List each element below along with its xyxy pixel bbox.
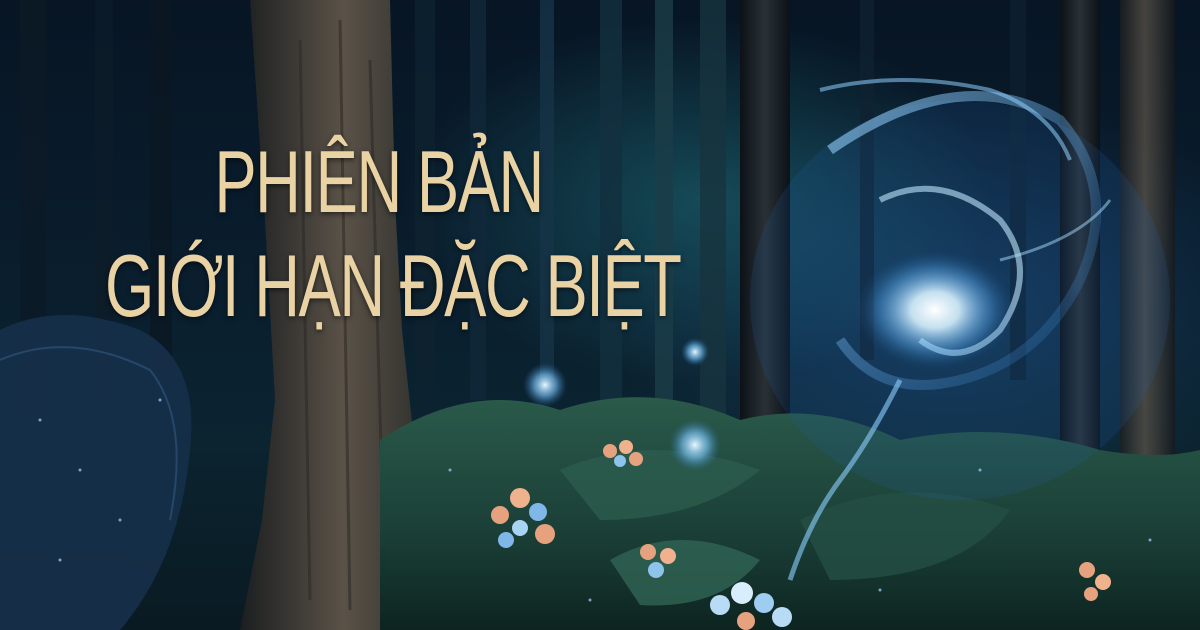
banner-headline: PHIÊN BẢN GIỚI HẠN ĐẶC BIỆT xyxy=(105,130,682,338)
headline-line-1: PHIÊN BẢN xyxy=(214,132,544,231)
banner-scene: PHIÊN BẢN GIỚI HẠN ĐẶC BIỆT xyxy=(0,0,1200,630)
headline-line-2: GIỚI HẠN ĐẶC BIỆT xyxy=(105,236,682,335)
left-mound xyxy=(0,315,192,630)
